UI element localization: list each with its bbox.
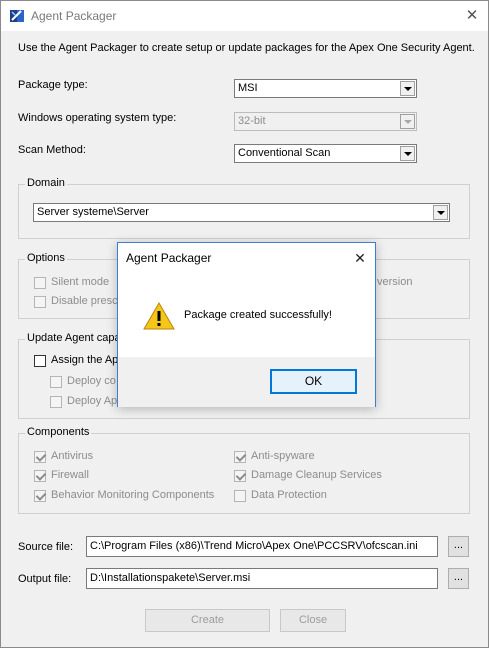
os-type-select[interactable]: 32-bit bbox=[234, 112, 417, 131]
antivirus-label: Antivirus bbox=[51, 450, 94, 462]
scan-method-label: Scan Method: bbox=[18, 144, 86, 156]
package-type-select[interactable]: MSI bbox=[234, 79, 417, 98]
os-type-label: Windows operating system type: bbox=[18, 112, 177, 124]
update-agent-group-title: Update Agent capa bbox=[25, 332, 123, 344]
output-file-input[interactable]: D:\Installationspakete\Server.msi bbox=[86, 568, 438, 589]
dialog-close-button[interactable]: ✕ bbox=[351, 249, 369, 267]
output-browse-button[interactable]: ... bbox=[448, 568, 469, 589]
package-type-label: Package type: bbox=[18, 79, 88, 91]
scan-method-select[interactable]: Conventional Scan bbox=[234, 144, 417, 163]
silent-mode-checkbox[interactable] bbox=[34, 277, 46, 289]
source-file-value: C:\Program Files (x86)\Trend Micro\Apex … bbox=[90, 540, 418, 552]
damage-cleanup-checkbox[interactable] bbox=[234, 470, 246, 482]
window-title: Agent Packager bbox=[31, 9, 117, 23]
firewall-checkbox[interactable] bbox=[34, 470, 46, 482]
source-file-input[interactable]: C:\Program Files (x86)\Trend Micro\Apex … bbox=[86, 536, 438, 557]
output-file-label: Output file: bbox=[18, 573, 72, 585]
domain-value: Server systeme\Server bbox=[37, 206, 149, 218]
disable-prescan-checkbox[interactable] bbox=[34, 296, 46, 308]
chevron-down-icon[interactable] bbox=[400, 114, 415, 129]
title-bar: Agent Packager ✕ bbox=[1, 1, 488, 31]
version-option-label: version bbox=[377, 276, 413, 288]
deploy-components-label: Deploy co bbox=[67, 375, 116, 387]
behavior-monitoring-label: Behavior Monitoring Components bbox=[51, 489, 215, 501]
options-group-title: Options bbox=[25, 252, 67, 264]
assign-update-agent-checkbox[interactable] bbox=[34, 355, 46, 367]
data-protection-label: Data Protection bbox=[251, 489, 327, 501]
ok-button[interactable]: OK bbox=[270, 369, 357, 394]
dialog-footer: OK bbox=[118, 357, 375, 407]
components-group-title: Components bbox=[25, 426, 92, 438]
damage-cleanup-label: Damage Cleanup Services bbox=[251, 469, 382, 481]
dialog-title: Agent Packager bbox=[126, 251, 212, 265]
deploy-apex-label: Deploy Ap bbox=[67, 395, 118, 407]
warning-icon bbox=[143, 301, 175, 330]
source-browse-button[interactable]: ... bbox=[448, 536, 469, 557]
assign-update-agent-label: Assign the Ap bbox=[51, 354, 119, 366]
antivirus-checkbox[interactable] bbox=[34, 451, 46, 463]
data-protection-checkbox[interactable] bbox=[234, 490, 246, 502]
domain-select[interactable]: Server systeme\Server bbox=[33, 203, 450, 222]
deploy-apex-checkbox[interactable] bbox=[50, 396, 62, 408]
agent-packager-window: Agent Packager ✕ Use the Agent Packager … bbox=[0, 0, 489, 648]
success-dialog: Agent Packager ✕ Package created success… bbox=[117, 242, 376, 407]
domain-group-title: Domain bbox=[25, 177, 67, 189]
silent-mode-label: Silent mode bbox=[51, 276, 110, 288]
anti-spyware-label: Anti-spyware bbox=[251, 450, 315, 462]
chevron-down-icon[interactable] bbox=[400, 146, 415, 161]
chevron-down-icon[interactable] bbox=[400, 81, 415, 96]
package-type-value: MSI bbox=[238, 82, 258, 94]
deploy-components-checkbox[interactable] bbox=[50, 376, 62, 388]
anti-spyware-checkbox[interactable] bbox=[234, 451, 246, 463]
source-file-label: Source file: bbox=[18, 541, 74, 553]
dialog-message: Package created successfully! bbox=[184, 309, 332, 321]
agent-packager-app-icon bbox=[10, 10, 24, 22]
behavior-monitoring-checkbox[interactable] bbox=[34, 490, 46, 502]
os-type-value: 32-bit bbox=[238, 115, 266, 127]
chevron-down-icon[interactable] bbox=[433, 205, 448, 220]
disable-prescan-label: Disable presca bbox=[51, 295, 124, 307]
scan-method-value: Conventional Scan bbox=[238, 147, 331, 159]
create-button[interactable]: Create bbox=[145, 609, 270, 632]
close-button[interactable]: Close bbox=[280, 609, 346, 632]
output-file-value: D:\Installationspakete\Server.msi bbox=[90, 572, 251, 584]
window-close-button[interactable]: ✕ bbox=[462, 6, 482, 26]
intro-text: Use the Agent Packager to create setup o… bbox=[18, 42, 475, 54]
firewall-label: Firewall bbox=[51, 469, 89, 481]
